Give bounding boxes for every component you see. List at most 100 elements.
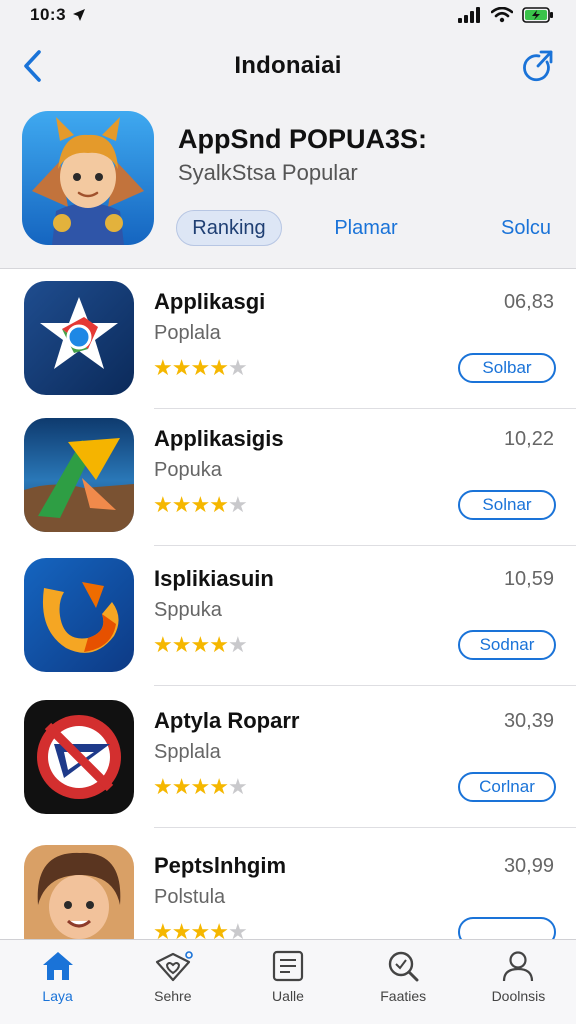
share-icon: [523, 50, 553, 82]
app-icon[interactable]: [24, 558, 134, 672]
home-icon: [42, 952, 73, 980]
star-empty-icon: ★: [227, 632, 248, 657]
heart-message-icon: [155, 951, 193, 982]
star-filled-icon: ★: [153, 632, 173, 657]
tab-ualle[interactable]: Ualle: [230, 940, 345, 1024]
wifi-icon: [491, 7, 513, 23]
star-filled-icon: ★: [209, 774, 229, 799]
tab-laya[interactable]: Laya: [0, 940, 115, 1024]
star-filled-icon: ★: [190, 492, 210, 517]
app-size: 10,59: [503, 568, 554, 590]
tab-label: Faaties: [380, 988, 427, 1004]
chevron-left-icon: [24, 50, 41, 82]
app-subtitle: Polstula: [154, 886, 226, 908]
status-time: 10:3: [30, 5, 86, 25]
app-name: Applikasgi: [154, 289, 266, 314]
star-filled-icon: ★: [171, 492, 192, 517]
star-rating: ★★★★★: [153, 774, 248, 800]
app-name: Peptslnhgim: [154, 853, 287, 878]
cellular-signal-icon: [458, 7, 480, 23]
status-icons: [458, 7, 554, 23]
tab-label: Laya: [42, 988, 73, 1004]
star-filled-icon: ★: [209, 355, 229, 380]
location-arrow-icon: [73, 9, 86, 21]
app-subtitle: Sppuka: [154, 599, 222, 621]
star-filled-icon: ★: [171, 632, 192, 657]
app-subtitle: Spplala: [154, 741, 221, 763]
app-name: Isplikiasuin: [154, 566, 274, 591]
segment-plamar[interactable]: Plamar: [318, 210, 414, 246]
share-button[interactable]: [518, 48, 558, 86]
list-item[interactable]: Applikasgi Poplala ★★★★★ 06,83 Solbar: [0, 269, 576, 409]
status-bar: 10:3: [0, 0, 576, 30]
battery-charging-icon: [522, 7, 553, 23]
star-filled-icon: ★: [153, 355, 173, 380]
app-subtitle: Poplala: [154, 322, 221, 344]
star-filled-icon: ★: [190, 919, 210, 939]
star-rating: ★★★★★: [153, 492, 248, 518]
back-button[interactable]: [14, 46, 50, 86]
star-filled-icon: ★: [190, 774, 210, 799]
star-empty-icon: ★: [227, 919, 248, 939]
app-list[interactable]: Applikasgi Poplala ★★★★★ 06,83 Solbar Ap…: [0, 269, 576, 939]
status-time-text: 10:3: [30, 5, 67, 24]
star-rating: ★★★★★: [153, 632, 248, 658]
app-size: 10,22: [503, 428, 554, 450]
nav-bar: Indonaiai: [0, 38, 576, 94]
get-button[interactable]: Solbar: [458, 353, 556, 383]
header-title: AppSnd POPUA3S:: [178, 124, 428, 154]
app-icon[interactable]: [24, 845, 134, 939]
document-icon: [272, 950, 304, 982]
app-size: 30,99: [503, 855, 554, 877]
app-size: 06,83: [503, 291, 554, 313]
segment-solcu[interactable]: Solcu: [488, 210, 564, 246]
app-subtitle: Popuka: [154, 459, 222, 481]
tab-doolnsis[interactable]: Doolnsis: [461, 940, 576, 1024]
tab-faaties[interactable]: Faaties: [346, 940, 461, 1024]
list-item[interactable]: Aptyla Roparr Spplala ★★★★★ 30,39 Corlna…: [0, 688, 576, 828]
app-name: Applikasigis: [154, 426, 284, 451]
search-icon: [389, 951, 419, 982]
star-filled-icon: ★: [190, 632, 210, 657]
star-filled-icon: ★: [209, 492, 229, 517]
star-rating: ★★★★★: [153, 919, 248, 939]
person-icon: [503, 951, 534, 982]
star-filled-icon: ★: [209, 632, 229, 657]
list-item[interactable]: Isplikiasuin Sppuka ★★★★★ 10,59 Sodnar: [0, 546, 576, 686]
star-filled-icon: ★: [153, 919, 173, 939]
star-empty-icon: ★: [227, 355, 248, 380]
star-filled-icon: ★: [171, 774, 192, 799]
star-filled-icon: ★: [171, 919, 192, 939]
page-title: Indonaiai: [234, 52, 342, 79]
list-item[interactable]: Applikasigis Popuka ★★★★★ 10,22 Solnar: [0, 406, 576, 546]
get-button[interactable]: Sodnar: [458, 630, 556, 660]
tab-sehre[interactable]: Sehre: [115, 940, 230, 1024]
star-rating: ★★★★★: [153, 355, 248, 381]
row-divider: [154, 685, 576, 686]
get-button[interactable]: Corlnar: [458, 772, 556, 802]
row-divider: [154, 827, 576, 828]
star-filled-icon: ★: [153, 774, 173, 799]
star-filled-icon: ★: [209, 919, 229, 939]
star-filled-icon: ★: [190, 355, 210, 380]
segment-ranking[interactable]: Ranking: [176, 210, 282, 246]
get-button[interactable]: [458, 917, 556, 939]
app-name: Aptyla Roparr: [154, 708, 300, 733]
get-button[interactable]: Solnar: [458, 490, 556, 520]
star-filled-icon: ★: [153, 492, 173, 517]
featured-app-icon[interactable]: [22, 111, 154, 245]
header-card: AppSnd POPUA3S: SyalkStsa Popular Rankin…: [0, 108, 576, 268]
star-empty-icon: ★: [227, 492, 248, 517]
tab-label: Sehre: [154, 988, 192, 1004]
list-item[interactable]: Peptslnhgim Polstula ★★★★★ 30,99: [0, 833, 576, 939]
star-filled-icon: ★: [171, 355, 192, 380]
tab-label: Doolnsis: [491, 988, 546, 1004]
app-icon[interactable]: [24, 700, 134, 814]
tab-label: Ualle: [272, 988, 304, 1004]
tab-bar: Laya Sehre Ualle Faaties Doolnsis: [0, 939, 576, 1024]
app-size: 30,39: [503, 710, 554, 732]
app-icon[interactable]: [24, 418, 134, 532]
app-icon[interactable]: [24, 281, 134, 395]
header-subtitle: SyalkStsa Popular: [178, 160, 358, 185]
star-empty-icon: ★: [227, 774, 248, 799]
